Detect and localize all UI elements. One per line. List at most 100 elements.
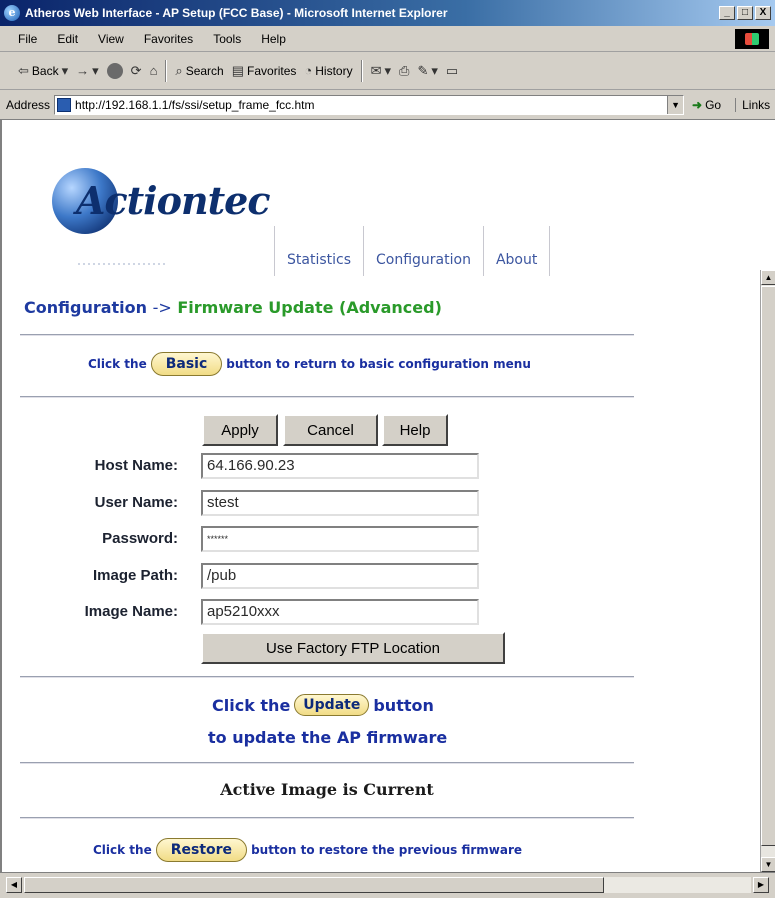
mail-button[interactable]: ✉ ▾ [371,63,391,79]
chevron-down-icon: ▾ [92,62,99,78]
favorites-button[interactable]: ▤ Favorites [232,63,297,79]
links-button[interactable]: Links [735,97,770,112]
basic-button[interactable]: Basic [150,352,223,376]
address-label: Address [6,97,51,112]
maximize-button[interactable]: □ [737,6,753,20]
stop-icon [106,62,123,79]
toolbar-divider [360,59,363,82]
favorites-label: Favorites [247,63,297,78]
discuss-icon: ▭ [445,62,459,78]
update-button[interactable]: Update [294,694,370,716]
history-icon: ◔ [304,63,313,78]
breadcrumb-page: Firmware Update (Advanced) [177,298,442,317]
forward-button[interactable]: → ▾ [76,63,99,79]
update-suffix: button [373,695,434,715]
user-name-label: User Name: [94,494,178,511]
basic-prefix: Click the [88,357,147,371]
use-factory-ftp-button[interactable]: Use Factory FTP Location [201,632,505,664]
image-name-input[interactable]: ap5210xxx [201,599,479,625]
divider [20,762,634,764]
scroll-thumb[interactable] [761,286,775,846]
apply-button[interactable]: Apply [202,414,278,446]
refresh-icon: ⟳ [130,62,142,78]
search-button[interactable]: ⌕ Search [175,63,223,79]
update-prefix: Click the [212,695,291,715]
breadcrumb: Configuration -> Firmware Update (Advanc… [24,298,442,317]
restore-button[interactable]: Restore [155,838,248,862]
image-path-label: Image Path: [92,567,178,584]
window-controls: _ □ X [719,6,771,20]
chevron-down-icon: ▾ [61,62,69,78]
image-name-label: Image Name: [84,603,178,620]
nav-statistics[interactable]: Statistics [274,226,363,276]
cancel-button[interactable]: Cancel [283,414,378,446]
search-label: Search [185,63,224,78]
toolbar-divider [165,59,168,82]
back-arrow-icon: ⇦ [18,62,29,78]
home-button[interactable]: ⌂ [150,63,158,78]
scroll-up-icon[interactable]: ▲ [761,270,775,285]
menu-favorites[interactable]: Favorites [144,32,193,46]
vertical-scrollbar[interactable]: ▲ ▼ [760,270,775,872]
search-icon: ⌕ [175,62,183,78]
discuss-button[interactable]: ▭ [446,63,458,79]
history-label: History [315,63,353,78]
host-name-input[interactable]: 64.166.90.23 [201,453,479,479]
history-button[interactable]: ◔ History [304,63,352,78]
windows-logo-icon [735,29,769,49]
go-label: Go [705,97,722,112]
top-nav: Statistics Configuration About [274,226,551,276]
password-input[interactable]: ****** [201,526,479,552]
divider [20,817,634,819]
menu-edit[interactable]: Edit [57,32,78,46]
stop-button[interactable] [106,62,123,79]
logo-text: Actiontec [76,178,270,223]
toolbar: ⇦ Back ▾ → ▾ ⟳ ⌂ ⌕ Search ▤ Favorites ◔ … [0,52,775,90]
print-button[interactable]: ⎙ [399,63,409,79]
breadcrumb-section[interactable]: Configuration [24,298,147,317]
restore-prefix: Click the [93,843,152,857]
go-button[interactable]: ➜ Go [692,98,721,112]
page-icon [57,97,72,112]
menu-tools[interactable]: Tools [213,32,241,46]
address-url: http://192.168.1.1/fs/ssi/setup_frame_fc… [75,97,315,112]
divider [20,396,634,398]
scroll-right-icon[interactable]: ▶ [753,877,769,893]
user-name-input[interactable]: stest [201,490,479,516]
scroll-down-icon[interactable]: ▼ [761,857,775,872]
ie-icon: e [4,5,20,21]
basic-suffix: button to return to basic configuration … [226,357,531,371]
restore-instruction: Click the Restore button to restore the … [93,838,522,862]
address-input[interactable]: http://192.168.1.1/fs/ssi/setup_frame_fc… [54,94,685,115]
horizontal-scrollbar[interactable]: ◀ ▶ [0,872,775,898]
back-button[interactable]: ⇦ Back ▾ [18,63,68,79]
minimize-button[interactable]: _ [719,6,735,20]
page-viewport: Actiontec Statistics Configuration About… [0,120,760,872]
help-button[interactable]: Help [382,414,448,446]
address-bar: Address http://192.168.1.1/fs/ssi/setup_… [0,90,775,120]
password-label: Password: [102,530,178,547]
close-button[interactable]: X [755,6,771,20]
refresh-button[interactable]: ⟳ [131,63,142,79]
update-instruction-line2: to update the AP firmware [208,728,448,747]
nav-configuration[interactable]: Configuration [363,226,483,276]
menu-bar: File Edit View Favorites Tools Help [0,26,775,52]
forward-arrow-icon: → [76,63,90,78]
nav-about[interactable]: About [482,226,551,276]
menu-file[interactable]: File [18,32,37,46]
restore-suffix: button to restore the previous firmware [251,843,523,857]
scroll-thumb-horizontal[interactable] [24,877,604,893]
address-dropdown-icon[interactable]: ▼ [667,95,684,114]
go-arrow-icon: ➜ [692,97,703,112]
window-title: Atheros Web Interface - AP Setup (FCC Ba… [25,6,448,20]
menu-view[interactable]: View [98,32,124,46]
favorites-icon: ▤ [231,62,245,78]
menu-help[interactable]: Help [261,32,286,46]
host-name-label: Host Name: [94,457,178,474]
divider [20,334,634,336]
edit-button[interactable]: ✎ ▾ [417,63,437,79]
logo-underline [78,263,168,265]
mail-icon: ✉ [370,62,382,78]
scroll-left-icon[interactable]: ◀ [6,877,22,893]
image-path-input[interactable]: /pub [201,563,479,589]
